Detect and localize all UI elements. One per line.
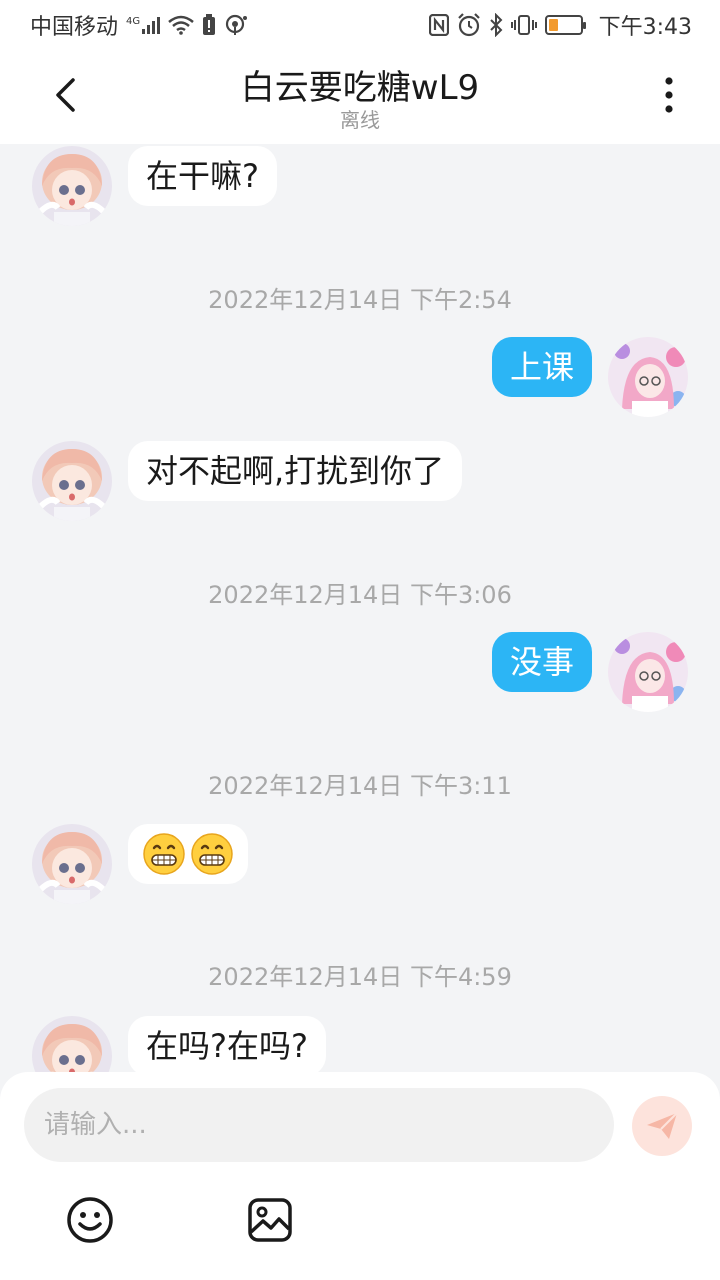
emoji-button[interactable]: [66, 1196, 114, 1244]
message-timestamp: 2022年12月14日 下午4:59: [208, 963, 512, 991]
alarm-icon: [457, 13, 481, 37]
message-incoming: 在吗?在吗?: [32, 1016, 326, 1074]
contact-avatar[interactable]: [32, 146, 112, 226]
contact-avatar[interactable]: [32, 1016, 112, 1074]
message-list[interactable]: 在干嘛? 2022年12月14日 下午2:54 上课 对不起啊,打扰到你了 20…: [0, 144, 720, 1074]
carrier-name: 中国移动: [30, 15, 119, 40]
clock: 下午3:43: [598, 15, 692, 40]
contact-name: 白云要吃糖wL9: [240, 68, 480, 108]
network-type: 4G: [126, 16, 141, 27]
message-bubble[interactable]: 上课: [491, 337, 592, 397]
send-button[interactable]: [632, 1096, 692, 1156]
nfc-icon: [428, 14, 449, 36]
image-button[interactable]: [246, 1196, 294, 1244]
message-bubble[interactable]: 没事: [491, 632, 592, 692]
grinning-face-icon: [191, 833, 233, 875]
hotspot-icon: [224, 14, 248, 36]
battery-icon: [544, 15, 586, 35]
chat-header: 白云要吃糖wL9 离线: [0, 50, 720, 144]
message-timestamp: 2022年12月14日 下午2:54: [208, 286, 512, 314]
grinning-face-icon: [143, 833, 185, 875]
message-outgoing: 上课: [491, 337, 688, 417]
my-avatar[interactable]: [608, 337, 688, 417]
battery-alert-icon: [202, 14, 216, 36]
message-timestamp: 2022年12月14日 下午3:11: [208, 772, 512, 800]
contact-avatar[interactable]: [32, 824, 112, 904]
status-bar: 中国移动 4G 下午3:43: [0, 0, 720, 50]
bluetooth-icon: [489, 13, 503, 37]
vibrate-icon: [510, 14, 537, 36]
input-panel: [0, 1072, 720, 1280]
message-bubble[interactable]: 在干嘛?: [128, 146, 277, 206]
my-avatar[interactable]: [608, 632, 688, 712]
message-incoming: 在干嘛?: [32, 146, 277, 226]
more-vertical-icon: [665, 77, 673, 113]
message-input[interactable]: [24, 1088, 614, 1162]
message-incoming: 😁😁: [32, 824, 248, 904]
signal-icon: 4G: [126, 16, 161, 34]
message-bubble[interactable]: 对不起啊,打扰到你了: [128, 441, 463, 501]
message-bubble[interactable]: 在吗?在吗?: [128, 1016, 326, 1074]
more-options-button[interactable]: [644, 70, 694, 120]
message-outgoing: 没事: [491, 632, 688, 712]
send-icon: [647, 1112, 678, 1139]
message-incoming: 对不起啊,打扰到你了: [32, 441, 463, 521]
message-timestamp: 2022年12月14日 下午3:06: [208, 581, 512, 609]
contact-avatar[interactable]: [32, 441, 112, 521]
contact-status: 离线: [340, 108, 380, 132]
wifi-icon: [168, 15, 194, 35]
image-icon: [248, 1198, 292, 1242]
emoji-icon: [67, 1197, 113, 1243]
message-bubble[interactable]: 😁😁: [128, 824, 248, 884]
